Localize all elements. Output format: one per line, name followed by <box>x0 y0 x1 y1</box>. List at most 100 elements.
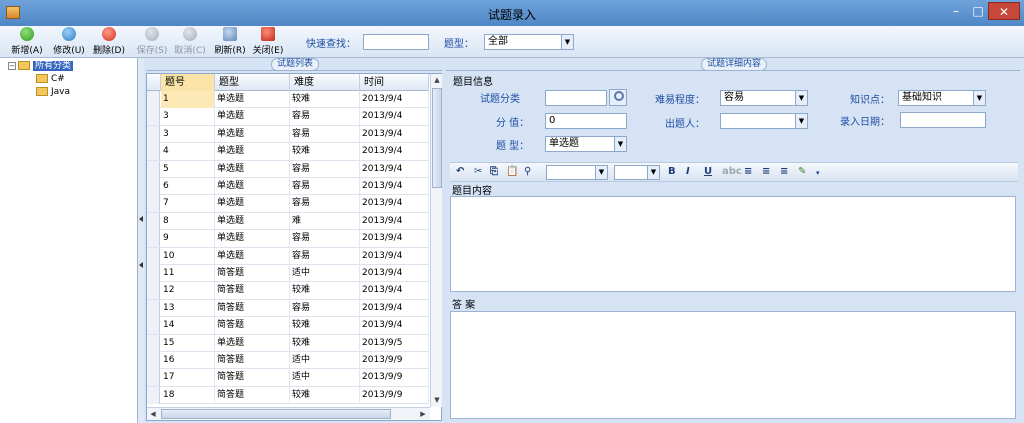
entry-date-input[interactable] <box>900 112 986 128</box>
scroll-right-icon[interactable]: ▶ <box>417 408 429 420</box>
row-header[interactable] <box>147 334 160 352</box>
table-row[interactable]: 6 单选题 容易 2013/9/4 <box>147 178 429 196</box>
paste-icon[interactable]: 📋 <box>506 166 518 177</box>
row-header[interactable] <box>147 369 160 387</box>
text-color-icon[interactable]: ✎ <box>798 166 806 177</box>
row-header[interactable] <box>147 282 160 300</box>
col-header-time[interactable]: 时间 <box>360 74 429 91</box>
strikethrough-icon[interactable]: abc <box>722 166 742 177</box>
italic-button[interactable]: I <box>686 166 690 177</box>
score-input[interactable]: 0 <box>545 113 627 129</box>
col-header-type[interactable]: 题型 <box>215 74 290 91</box>
knowledge-select[interactable]: 基础知识 ▼ <box>898 90 986 106</box>
close-button[interactable]: 关闭(E) <box>250 27 286 57</box>
type-filter-value: 全部 <box>488 36 508 47</box>
font-family-select[interactable]: ▼ <box>546 165 608 180</box>
row-header[interactable] <box>147 178 160 195</box>
left-splitter[interactable] <box>138 58 144 423</box>
row-header[interactable] <box>147 247 160 265</box>
minimize-button[interactable]: – <box>944 2 968 20</box>
quick-search-input[interactable] <box>363 34 429 50</box>
row-header[interactable] <box>147 352 160 369</box>
table-cell: 16 <box>161 352 215 369</box>
more-options-icon[interactable]: ▾ <box>816 169 820 177</box>
scroll-thumb[interactable] <box>161 409 391 419</box>
row-header[interactable] <box>147 317 160 335</box>
table-cell: 2013/9/4 <box>360 178 429 195</box>
save-button[interactable]: 保存(S) <box>134 27 170 57</box>
table-row[interactable]: 7 单选题 容易 2013/9/4 <box>147 195 429 213</box>
underline-button[interactable]: U <box>704 166 712 177</box>
table-row[interactable]: 16 简答题 适中 2013/9/9 <box>147 352 429 370</box>
row-header[interactable] <box>147 195 160 213</box>
cut-icon[interactable]: ✂ <box>474 166 482 177</box>
table-row[interactable]: 15 单选题 较难 2013/9/5 <box>147 334 429 352</box>
row-header[interactable] <box>147 212 160 230</box>
table-row[interactable]: 12 简答题 较难 2013/9/4 <box>147 282 429 300</box>
align-left-icon[interactable]: ≡ <box>744 166 752 177</box>
author-select[interactable]: ▼ <box>720 113 808 129</box>
question-type-select[interactable]: 单选题 ▼ <box>545 136 627 152</box>
table-row[interactable]: 4 单选题 较难 2013/9/4 <box>147 143 429 161</box>
find-icon[interactable]: ⚲ <box>524 166 531 177</box>
table-row[interactable]: 3 单选题 容易 2013/9/4 <box>147 125 429 144</box>
col-header-difficulty[interactable]: 难度 <box>290 74 360 91</box>
row-header[interactable] <box>147 108 160 126</box>
add-button[interactable]: 新增(A) <box>8 27 46 57</box>
undo-icon[interactable]: ↶ <box>456 166 464 177</box>
horizontal-scrollbar[interactable]: ◀ ▶ <box>147 407 430 420</box>
align-center-icon[interactable]: ≡ <box>762 166 770 177</box>
table-row[interactable]: 9 单选题 容易 2013/9/4 <box>147 230 429 248</box>
align-right-icon[interactable]: ≡ <box>780 166 788 177</box>
row-header[interactable] <box>147 125 160 143</box>
table-row[interactable]: 1 单选题 较难 2013/9/4 <box>147 91 429 109</box>
table-cell: 较难 <box>290 386 360 404</box>
vertical-scrollbar[interactable]: ▲ ▼ <box>430 74 442 407</box>
col-header-number[interactable]: 题号 <box>161 74 215 91</box>
category-input[interactable] <box>545 90 607 106</box>
row-header[interactable] <box>147 265 160 282</box>
table-row[interactable]: 3 单选题 容易 2013/9/4 <box>147 108 429 126</box>
delete-button[interactable]: 删除(D) <box>90 27 128 57</box>
tree-root-item[interactable]: − 所有分类 <box>8 60 74 73</box>
splitter-arrow-icon[interactable] <box>139 216 143 222</box>
content-editor[interactable] <box>450 196 1016 292</box>
row-header[interactable] <box>147 160 160 178</box>
delete-label: 删除(D) <box>93 46 125 56</box>
row-header[interactable] <box>147 230 160 248</box>
scroll-left-icon[interactable]: ◀ <box>147 408 159 420</box>
close-window-button[interactable]: ✕ <box>988 2 1020 20</box>
edit-button[interactable]: 修改(U) <box>50 27 88 57</box>
type-filter-select[interactable]: 全部 ▼ <box>484 34 574 50</box>
table-row[interactable]: 14 简答题 较难 2013/9/4 <box>147 317 429 335</box>
row-header[interactable] <box>147 386 160 404</box>
row-header[interactable] <box>147 299 160 317</box>
scroll-up-icon[interactable]: ▲ <box>431 74 443 86</box>
tree-item-java[interactable]: Java <box>36 86 70 99</box>
difficulty-select[interactable]: 容易 ▼ <box>720 90 808 106</box>
table-row[interactable]: 11 简答题 适中 2013/9/4 <box>147 265 429 283</box>
category-picker-button[interactable] <box>609 89 627 106</box>
bold-button[interactable]: B <box>668 166 676 177</box>
table-row[interactable]: 18 简答题 较难 2013/9/9 <box>147 386 429 405</box>
table-row[interactable]: 10 单选题 容易 2013/9/4 <box>147 247 429 265</box>
cancel-button[interactable]: 取消(C) <box>172 27 208 57</box>
table-row[interactable]: 5 单选题 容易 2013/9/4 <box>147 160 429 178</box>
table-row[interactable]: 8 单选题难 2013/9/4 <box>147 212 429 231</box>
copy-icon[interactable]: ⎘ <box>490 166 498 177</box>
collapse-icon[interactable]: − <box>8 61 16 70</box>
table-row[interactable]: 13 简答题 容易 2013/9/4 <box>147 299 429 318</box>
chevron-down-icon: ▼ <box>647 166 659 179</box>
scroll-down-icon[interactable]: ▼ <box>431 394 443 406</box>
scroll-thumb[interactable] <box>432 88 442 188</box>
folder-icon <box>18 61 30 70</box>
font-size-select[interactable]: ▼ <box>614 165 660 180</box>
row-header[interactable] <box>147 91 160 108</box>
table-row[interactable]: 17 简答题 适中 2013/9/9 <box>147 369 429 387</box>
refresh-button[interactable]: 刷新(R) <box>212 27 248 57</box>
row-header[interactable] <box>147 143 160 161</box>
answer-editor[interactable] <box>450 311 1016 419</box>
splitter-arrow-icon[interactable] <box>139 262 143 268</box>
tree-item-csharp[interactable]: C# <box>36 73 65 86</box>
maximize-button[interactable]: □ <box>968 2 988 20</box>
